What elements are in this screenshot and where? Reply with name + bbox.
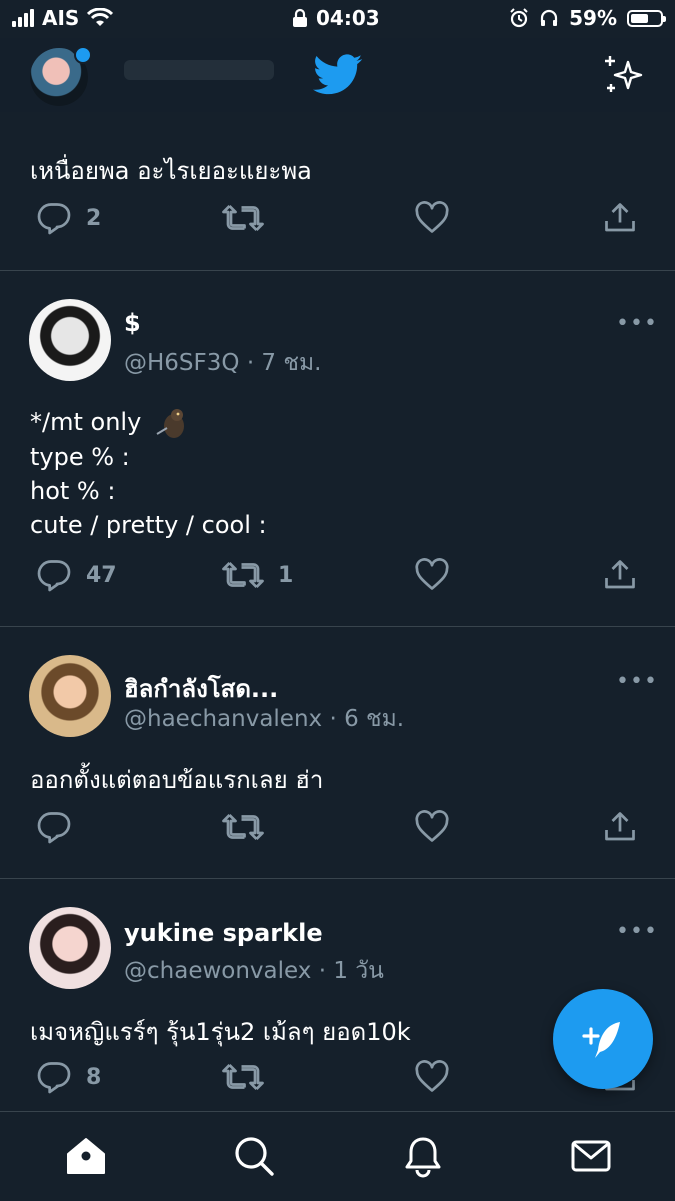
blurred-scrolled-content xyxy=(124,60,274,80)
bird-emoji-icon xyxy=(156,409,184,438)
nav-home[interactable] xyxy=(64,1134,108,1182)
like-button[interactable] xyxy=(414,200,464,236)
tweet-text: เมจหญิแรร์ๆ รุ้น1รุ่น2 เม้ลๆ ยอด10k xyxy=(30,1015,411,1049)
tweet-actions: 2 xyxy=(0,200,675,244)
more-options-button[interactable]: ••• xyxy=(616,919,658,944)
more-options-button[interactable]: ••• xyxy=(616,669,658,694)
lock-icon xyxy=(293,8,307,27)
reply-count: 8 xyxy=(86,1064,102,1090)
handle-and-time[interactable]: @chaewonvalex · 1 วัน xyxy=(124,953,384,989)
tweet-text-line: type % : xyxy=(30,443,130,471)
tweet[interactable]: เหนื่อยพa อะไรเยอะแยะพa 2 xyxy=(0,112,675,271)
handle: @haechanvalenx xyxy=(124,706,323,732)
tweet-text: */mt only type % : hot % : cute / pretty… xyxy=(30,405,267,542)
heart-icon xyxy=(415,558,449,590)
retweet-icon xyxy=(222,205,264,231)
tweet[interactable]: ฮิลกำลังโสด... @haechanvalenx · 6 ชม. ••… xyxy=(0,627,675,879)
display-name[interactable]: $ xyxy=(124,309,141,337)
top-header xyxy=(0,38,675,112)
tweet-actions xyxy=(0,809,675,853)
reply-icon xyxy=(37,1062,71,1094)
reply-icon xyxy=(37,560,71,592)
heart-icon xyxy=(415,1060,449,1092)
avatar[interactable] xyxy=(29,907,111,989)
reply-icon xyxy=(37,203,71,235)
reply-button[interactable]: 2 xyxy=(36,200,101,236)
avatar[interactable] xyxy=(29,299,111,381)
battery-icon xyxy=(627,9,666,27)
notifications-icon xyxy=(405,1137,441,1178)
clock-time: 04:03 xyxy=(316,6,380,30)
share-button[interactable] xyxy=(602,809,638,845)
retweet-button[interactable]: 1 xyxy=(222,557,293,593)
avatar[interactable] xyxy=(29,655,111,737)
handle: @chaewonvalex xyxy=(124,958,312,984)
tweet-text-line: cute / pretty / cool : xyxy=(30,511,267,539)
tweet-time: · 6 ชม. xyxy=(329,706,405,732)
tweet-text-line: เหนื่อยพa อะไรเยอะแยะพa xyxy=(30,157,312,185)
tweet-text: ออกตั้งแต่ตอบข้อแรกเลย ฮ่า xyxy=(30,763,323,797)
nav-messages[interactable] xyxy=(569,1134,613,1182)
tweet-actions: 47 1 xyxy=(0,557,675,601)
battery-percent: 59% xyxy=(569,6,617,30)
tweet-text-line: */mt only xyxy=(30,405,267,440)
sparkle-icon[interactable] xyxy=(602,54,646,98)
compose-tweet-button[interactable] xyxy=(553,989,653,1089)
retweet-button[interactable] xyxy=(222,809,278,845)
carrier-label: AIS xyxy=(42,6,80,30)
retweet-icon xyxy=(222,562,264,588)
heart-icon xyxy=(415,201,449,233)
retweet-button[interactable] xyxy=(222,200,278,236)
handle-and-time[interactable]: @haechanvalenx · 6 ชม. xyxy=(124,701,404,737)
like-button[interactable] xyxy=(414,809,464,845)
bottom-navigation xyxy=(0,1111,675,1201)
retweet-icon xyxy=(222,1064,264,1090)
nav-search[interactable] xyxy=(232,1134,276,1182)
search-icon xyxy=(235,1137,274,1176)
tweet-text-line: ออกตั้งแต่ตอบข้อแรกเลย ฮ่า xyxy=(30,766,324,794)
handle-and-time[interactable]: @H6SF3Q · 7 ชม. xyxy=(124,345,321,381)
tweet-text-line: hot % : xyxy=(30,477,116,505)
home-icon xyxy=(67,1138,105,1174)
like-button[interactable] xyxy=(414,1059,464,1095)
status-bar: AIS 04:03 59% xyxy=(0,0,675,38)
notification-dot xyxy=(74,46,92,64)
like-button[interactable] xyxy=(414,557,464,593)
reply-button[interactable]: 47 xyxy=(36,557,117,593)
reply-button[interactable] xyxy=(36,809,86,845)
more-options-button[interactable]: ••• xyxy=(616,311,658,336)
tweet-time: · 7 ชม. xyxy=(246,350,322,376)
share-icon xyxy=(605,560,635,589)
tweet-time: · 1 วัน xyxy=(318,958,384,984)
compose-feather-icon xyxy=(582,1022,620,1058)
alarm-icon xyxy=(510,8,528,28)
display-name[interactable]: yukine sparkle xyxy=(124,919,323,947)
share-icon xyxy=(605,812,635,841)
handle: @H6SF3Q xyxy=(124,350,240,376)
cellular-signal-icon xyxy=(12,9,34,27)
reply-count: 47 xyxy=(86,562,117,588)
wifi-icon xyxy=(87,8,114,26)
retweet-count: 1 xyxy=(278,562,294,588)
retweet-icon xyxy=(222,814,264,840)
share-button[interactable] xyxy=(602,557,638,593)
heart-icon xyxy=(415,810,449,842)
nav-notifications[interactable] xyxy=(401,1134,445,1182)
retweet-button[interactable] xyxy=(222,1059,278,1095)
tweet-text-line: เมจหญิแรร์ๆ รุ้น1รุ่น2 เม้ลๆ ยอด10k xyxy=(30,1018,411,1046)
share-icon xyxy=(605,203,635,232)
twitter-bird-icon[interactable] xyxy=(313,54,363,96)
tweet-text: เหนื่อยพa อะไรเยอะแยะพa xyxy=(30,154,312,188)
share-button[interactable] xyxy=(602,200,638,236)
tweet[interactable]: $ @H6SF3Q · 7 ชม. ••• */mt only type % :… xyxy=(0,271,675,627)
reply-count: 2 xyxy=(86,205,102,231)
reply-button[interactable]: 8 xyxy=(36,1059,101,1095)
reply-icon xyxy=(37,812,71,844)
headphones-icon xyxy=(541,9,558,26)
messages-icon xyxy=(571,1140,611,1172)
